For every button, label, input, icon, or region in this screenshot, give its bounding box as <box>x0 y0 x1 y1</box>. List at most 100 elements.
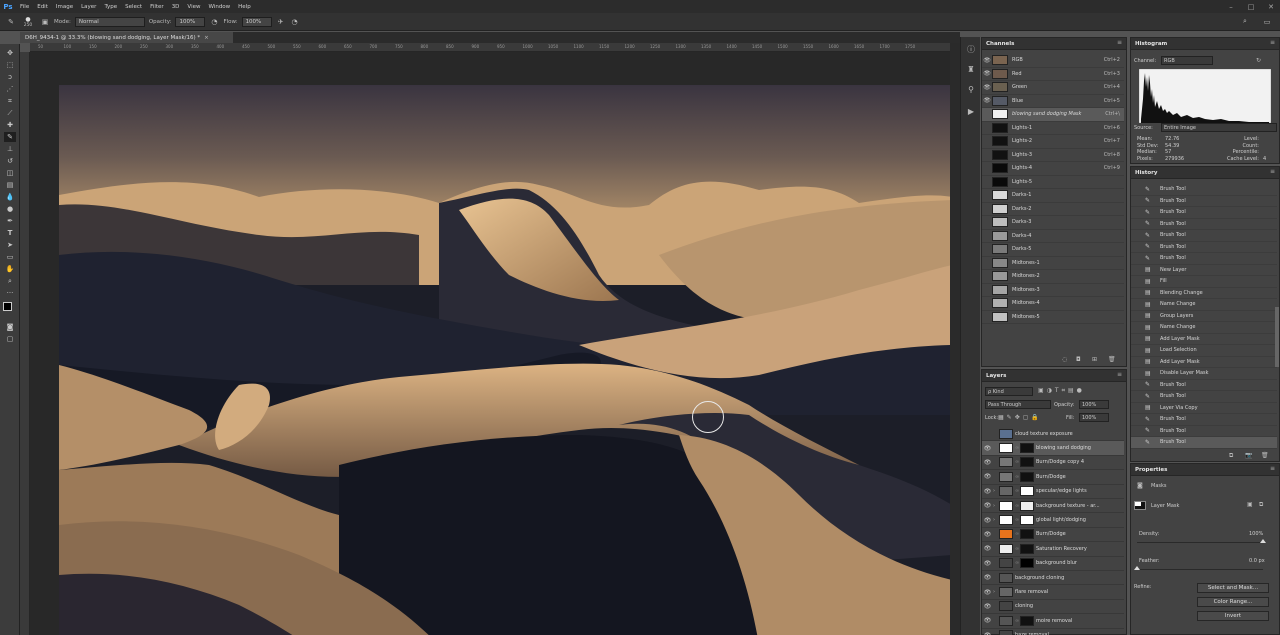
maximize-button[interactable]: □ <box>1242 0 1260 13</box>
path-select-tool-icon[interactable]: ➤ <box>4 240 16 250</box>
panel-menu-icon[interactable]: ≡ <box>1270 168 1275 175</box>
layer-mask-thumbnail[interactable] <box>1020 543 1034 554</box>
lock-all-icon[interactable]: 🔒 <box>1031 414 1038 421</box>
airbrush-icon[interactable]: ✈ <box>276 17 286 27</box>
layer-mask-thumbnail[interactable] <box>1020 515 1034 526</box>
visibility-eye-icon[interactable]: 👁 <box>982 560 993 567</box>
menu-select[interactable]: Select <box>121 4 146 10</box>
layer-row[interactable]: 👁 background cloning <box>982 571 1124 586</box>
visibility-eye-icon[interactable]: 👁 <box>982 70 992 77</box>
pressure-opacity-icon[interactable]: ◔ <box>209 17 219 27</box>
document-canvas[interactable] <box>59 85 950 635</box>
canvas-scrollbar[interactable] <box>950 43 960 635</box>
visibility-eye-icon[interactable]: 👁 <box>982 603 993 610</box>
histogram-source-dropdown[interactable]: Entire Image <box>1161 123 1277 132</box>
channel-row[interactable]: 👁 Green Ctrl+4 <box>982 81 1124 95</box>
document-tab[interactable]: D6H_9434-1 @ 33.3% (blowing sand dodging… <box>20 32 233 43</box>
eraser-tool-icon[interactable]: ◫ <box>4 168 16 178</box>
vector-mask-icon[interactable]: ⧉ <box>1259 501 1263 509</box>
lasso-tool-icon[interactable]: ↄ <box>4 72 16 82</box>
smart-object-filter-icon[interactable]: ▤ <box>1068 387 1074 395</box>
actions-panel-icon[interactable]: ⚲ <box>965 83 977 95</box>
menu-filter[interactable]: Filter <box>146 4 168 10</box>
zoom-tool-icon[interactable]: ⌕ <box>4 276 16 286</box>
channel-row[interactable]: Lights-3 Ctrl+8 <box>982 149 1124 162</box>
menu-edit[interactable]: Edit <box>33 4 52 10</box>
load-channel-selection-icon[interactable]: ◌ <box>1062 356 1067 363</box>
layer-row[interactable]: 👁 ∞ Saturation Recovery <box>982 542 1124 557</box>
channel-row[interactable]: Lights-4 Ctrl+9 <box>982 162 1124 176</box>
pressure-size-icon[interactable]: ◔ <box>290 17 300 27</box>
history-state[interactable]: ▤ Blending Change <box>1131 288 1277 299</box>
history-state[interactable]: ✎ Brush Tool <box>1131 207 1277 219</box>
blur-tool-icon[interactable]: 💧 <box>4 192 16 202</box>
foreground-color-swatch[interactable] <box>3 302 12 311</box>
info-panel-icon[interactable]: ⓘ <box>965 43 977 55</box>
density-slider-thumb[interactable] <box>1260 539 1266 543</box>
visibility-eye-icon[interactable]: 👁 <box>982 617 993 624</box>
density-value[interactable]: 100% <box>1249 531 1263 537</box>
layer-row[interactable]: 👁 ∞ blowing sand dodging <box>982 441 1124 456</box>
history-state[interactable]: ✎ Brush Tool <box>1131 242 1277 253</box>
invert-button[interactable]: Invert <box>1197 611 1269 621</box>
quick-mask-icon[interactable]: ◙ <box>4 322 16 332</box>
layer-row[interactable]: 👁 ∞ Burn/Dodge copy 4 <box>982 456 1124 471</box>
layer-mask-thumbnail[interactable] <box>1020 457 1034 468</box>
pixel-mask-icon[interactable]: ▣ <box>1247 501 1253 508</box>
history-state[interactable]: ✎ Brush Tool <box>1131 253 1277 265</box>
layer-row[interactable]: 👁 ∞ Burn/Dodge <box>982 470 1124 485</box>
history-state[interactable]: ▤ Name Change <box>1131 299 1277 311</box>
history-state[interactable]: ▤ Group Layers <box>1131 311 1277 322</box>
history-state[interactable]: ✎ Brush Tool <box>1131 219 1277 230</box>
layer-row[interactable]: 👁 › ∞ specular/edge lights <box>982 485 1124 499</box>
brush-tool-icon[interactable]: ✎ <box>6 17 16 27</box>
crop-tool-icon[interactable]: ⌗ <box>4 96 16 106</box>
feather-value[interactable]: 0.0 px <box>1249 558 1265 564</box>
visibility-eye-icon[interactable]: 👁 <box>982 517 993 524</box>
layer-row[interactable]: cloud texture exposure <box>982 427 1124 442</box>
hand-tool-icon[interactable]: ✋ <box>4 264 16 274</box>
channel-row[interactable]: Lights-5 <box>982 176 1124 189</box>
pen-tool-icon[interactable]: ✒ <box>4 216 16 226</box>
layer-row[interactable]: 👁 ∞ background blur <box>982 557 1124 571</box>
visibility-eye-icon[interactable]: 👁 <box>982 445 993 452</box>
workspace-icon[interactable]: ▭ <box>1262 17 1272 27</box>
quick-select-tool-icon[interactable]: ⋰ <box>4 84 16 94</box>
visibility-eye-icon[interactable]: 👁 <box>982 502 993 509</box>
channel-row[interactable]: Midtones-5 <box>982 311 1124 324</box>
channel-row[interactable]: Darks-5 <box>982 243 1124 257</box>
dodge-tool-icon[interactable]: ● <box>4 204 16 214</box>
move-tool-icon[interactable]: ✥ <box>4 48 16 58</box>
panel-menu-icon[interactable]: ≡ <box>1270 465 1275 472</box>
pixel-filter-icon[interactable]: ▣ <box>1038 387 1044 395</box>
layer-row[interactable]: 👁 › ∞ global light/dodging <box>982 513 1124 528</box>
channel-row[interactable]: Midtones-4 <box>982 297 1124 311</box>
history-state[interactable]: ▤ Load Selection <box>1131 345 1277 357</box>
feather-slider-thumb[interactable] <box>1134 566 1140 570</box>
history-state[interactable]: ▤ Fill <box>1131 276 1277 288</box>
histogram-tab[interactable]: Histogram <box>1135 41 1167 47</box>
visibility-eye-icon[interactable]: 👁 <box>982 459 993 466</box>
channel-row[interactable]: 👁 Blue Ctrl+5 <box>982 95 1124 108</box>
menu-window[interactable]: Window <box>204 4 234 10</box>
layer-row[interactable]: 👁 › ∞ background texture - ar... <box>982 499 1124 514</box>
menu-view[interactable]: View <box>183 4 204 10</box>
history-state[interactable]: ✎ Brush Tool <box>1131 391 1277 403</box>
rectangle-tool-icon[interactable]: ▭ <box>4 252 16 262</box>
channel-row[interactable]: Lights-2 Ctrl+7 <box>982 135 1124 149</box>
gradient-tool-icon[interactable]: ▤ <box>4 180 16 190</box>
channel-row[interactable]: 👁 Red Ctrl+3 <box>982 68 1124 81</box>
history-state[interactable]: ✎ Brush Tool <box>1131 414 1277 426</box>
layer-mask-thumbnail[interactable] <box>1020 486 1034 497</box>
delete-state-icon[interactable]: 🗑 <box>1261 452 1269 459</box>
channel-row[interactable]: Midtones-2 <box>982 270 1124 284</box>
history-state[interactable]: ✎ Brush Tool <box>1131 184 1277 196</box>
refresh-icon[interactable]: ↻ <box>1256 57 1261 64</box>
history-state[interactable]: ▤ Disable Layer Mask <box>1131 368 1277 380</box>
blend-mode-dropdown[interactable]: Pass Through <box>985 400 1051 409</box>
minimize-button[interactable]: – <box>1222 0 1240 13</box>
layer-mask-thumbnail[interactable] <box>1020 529 1034 540</box>
more-tools-icon[interactable]: ··· <box>4 288 16 298</box>
channel-row[interactable]: Darks-1 <box>982 189 1124 203</box>
history-state[interactable]: ✎ Brush Tool <box>1131 426 1277 437</box>
